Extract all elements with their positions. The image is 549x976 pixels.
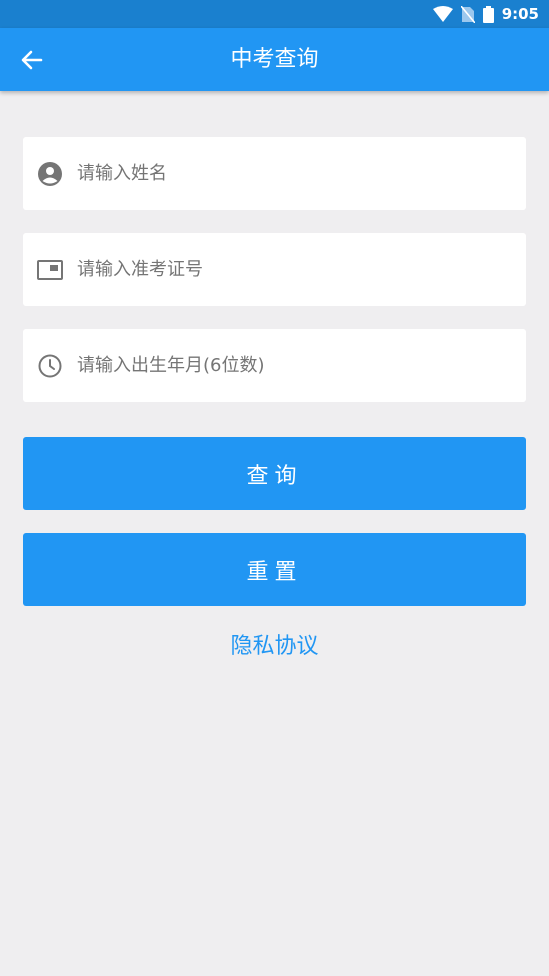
arrow-left-icon — [21, 50, 43, 70]
status-time: 9:05 — [501, 5, 539, 23]
wifi-icon — [432, 6, 453, 22]
battery-icon — [482, 5, 494, 23]
status-bar: 9:05 — [0, 0, 549, 28]
clock-icon — [37, 353, 63, 379]
back-button[interactable] — [10, 38, 54, 82]
birth-date-field — [23, 329, 526, 402]
exam-id-input[interactable] — [77, 233, 526, 306]
name-input[interactable] — [77, 137, 526, 210]
id-card-icon — [37, 257, 63, 283]
page-title: 中考查询 — [230, 47, 319, 72]
no-sim-icon — [460, 5, 475, 23]
app-bar: 中考查询 — [0, 28, 549, 91]
name-field — [23, 137, 526, 210]
birth-date-input[interactable] — [77, 329, 526, 402]
privacy-policy-link[interactable]: 隐私协议 — [0, 628, 549, 660]
reset-button[interactable]: 重置 — [23, 533, 526, 606]
account-circle-icon — [37, 161, 63, 187]
query-button[interactable]: 查询 — [23, 437, 526, 510]
exam-id-field — [23, 233, 526, 306]
